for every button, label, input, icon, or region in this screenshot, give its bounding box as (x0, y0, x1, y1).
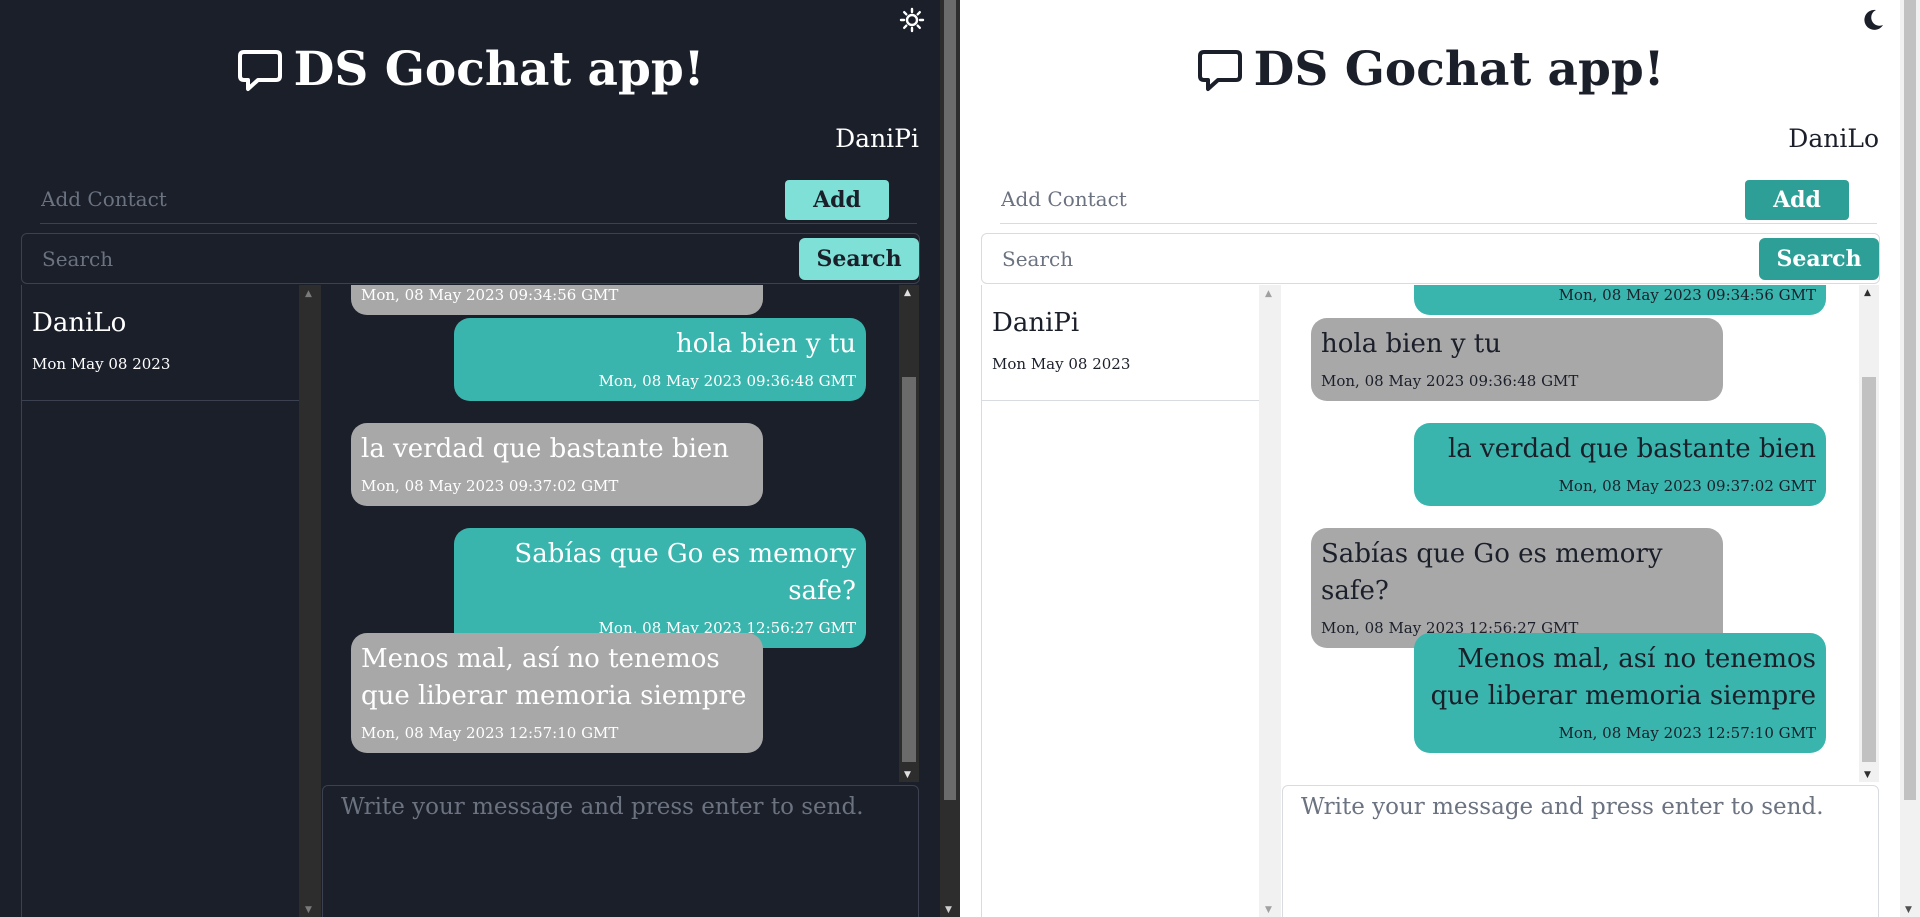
message-bubble-sent: Sabías que Go es memory safe? Mon, 08 Ma… (454, 528, 866, 648)
message-text: la verdad que bastante bien (1447, 434, 1816, 464)
search-form: Search (21, 233, 920, 284)
chat-window-dark: DS Gochat app! DaniPi Add Search DaniLo … (0, 0, 940, 917)
chat-bubble-icon (1196, 46, 1244, 94)
sun-icon[interactable] (898, 6, 926, 34)
scroll-down-arrow-icon[interactable]: ▼ (305, 905, 312, 915)
chat-bubble-icon (236, 46, 284, 94)
message-timestamp: Mon, 08 May 2023 12:57:10 GMT (361, 724, 619, 742)
moon-icon[interactable] (1858, 6, 1886, 34)
scroll-up-arrow-icon[interactable]: ▲ (305, 289, 312, 299)
contact-item[interactable]: DaniPi Mon May 08 2023 (982, 285, 1260, 401)
search-button[interactable]: Search (799, 238, 919, 280)
current-username: DaniPi (835, 124, 919, 153)
message-list: Mon, 08 May 2023 09:34:56 GMT hola bien … (1281, 285, 1859, 782)
chat-window-light: DS Gochat app! DaniLo Add Search DaniPi … (960, 0, 1900, 917)
message-text: hola bien y tu (676, 329, 856, 359)
scroll-up-arrow-icon[interactable]: ▲ (1864, 288, 1871, 298)
add-contact-form: Add (1000, 174, 1877, 224)
search-button[interactable]: Search (1759, 238, 1879, 280)
message-bubble-received: Sabías que Go es memory safe? Mon, 08 Ma… (1311, 528, 1723, 648)
search-input[interactable] (42, 244, 782, 274)
message-text: Menos mal, así no tenemos que liberar me… (1430, 644, 1816, 711)
message-timestamp: Mon, 08 May 2023 09:36:48 GMT (1321, 372, 1579, 390)
window-scrollbar[interactable]: ▼ (940, 0, 960, 917)
message-timestamp: Mon, 08 May 2023 09:36:48 GMT (598, 372, 856, 390)
message-list: Mon, 08 May 2023 09:34:56 GMT hola bien … (321, 285, 899, 782)
message-timestamp: Mon, 08 May 2023 09:34:56 GMT (1558, 286, 1816, 304)
window-scrollbar[interactable]: ▼ (1900, 0, 1920, 917)
contact-name: DaniPi (992, 308, 1080, 338)
scroll-down-arrow-icon[interactable]: ▼ (1864, 770, 1871, 780)
message-bubble-received: la verdad que bastante bien Mon, 08 May … (351, 423, 763, 506)
add-contact-input[interactable] (41, 184, 741, 214)
message-bubble-received: hola bien y tu Mon, 08 May 2023 09:36:48… (1311, 318, 1723, 401)
message-bubble-sent: Menos mal, así no tenemos que liberar me… (1414, 633, 1826, 753)
scroll-down-arrow-icon[interactable]: ▼ (904, 770, 911, 780)
scrollbar-thumb[interactable] (1862, 377, 1876, 762)
scroll-up-arrow-icon[interactable]: ▲ (1265, 289, 1272, 299)
message-input[interactable] (1283, 786, 1878, 917)
message-compose-box (322, 785, 919, 917)
contact-list: DaniPi Mon May 08 2023 (981, 285, 1260, 917)
contact-list: DaniLo Mon May 08 2023 (21, 285, 300, 917)
message-bubble-received: Mon, 08 May 2023 09:34:56 GMT (351, 285, 763, 315)
add-contact-button[interactable]: Add (785, 180, 889, 220)
contact-list-scrollbar[interactable]: ▲ ▼ (299, 285, 321, 917)
contact-date: Mon May 08 2023 (32, 355, 171, 373)
contact-list-scrollbar[interactable]: ▲ ▼ (1259, 285, 1281, 917)
scrollbar-thumb[interactable] (902, 377, 916, 762)
scrollbar-thumb[interactable] (944, 0, 956, 800)
message-input[interactable] (323, 786, 918, 917)
message-bubble-sent: Mon, 08 May 2023 09:34:56 GMT (1414, 285, 1826, 315)
scroll-down-arrow-icon[interactable]: ▼ (945, 905, 952, 915)
search-input[interactable] (1002, 244, 1742, 274)
app-title: DS Gochat app! (293, 42, 705, 97)
scrollbar-thumb[interactable] (1904, 0, 1916, 800)
message-list-scrollbar[interactable]: ▲ ▼ (899, 285, 919, 782)
add-contact-input[interactable] (1001, 184, 1701, 214)
contact-date: Mon May 08 2023 (992, 355, 1131, 373)
message-timestamp: Mon, 08 May 2023 09:34:56 GMT (361, 286, 619, 304)
search-form: Search (981, 233, 1880, 284)
message-bubble-sent: la verdad que bastante bien Mon, 08 May … (1414, 423, 1826, 506)
message-text: la verdad que bastante bien (361, 434, 730, 464)
message-timestamp: Mon, 08 May 2023 12:57:10 GMT (1558, 724, 1816, 742)
message-text: Sabías que Go es memory safe? (514, 539, 856, 606)
scroll-down-arrow-icon[interactable]: ▼ (1265, 905, 1272, 915)
message-text: Sabías que Go es memory safe? (1321, 539, 1663, 606)
message-timestamp: Mon, 08 May 2023 09:37:02 GMT (361, 477, 619, 495)
add-contact-form: Add (40, 174, 917, 224)
contact-item[interactable]: DaniLo Mon May 08 2023 (22, 285, 300, 401)
scroll-down-arrow-icon[interactable]: ▼ (1905, 905, 1912, 915)
message-list-scrollbar[interactable]: ▲ ▼ (1859, 285, 1879, 782)
message-timestamp: Mon, 08 May 2023 09:37:02 GMT (1558, 477, 1816, 495)
message-text: Menos mal, así no tenemos que liberar me… (361, 644, 747, 711)
contact-name: DaniLo (32, 308, 127, 338)
scroll-up-arrow-icon[interactable]: ▲ (904, 288, 911, 298)
message-bubble-received: Menos mal, así no tenemos que liberar me… (351, 633, 763, 753)
app-title: DS Gochat app! (1253, 42, 1665, 97)
app-header: DS Gochat app! (0, 40, 940, 100)
add-contact-button[interactable]: Add (1745, 180, 1849, 220)
message-text: hola bien y tu (1321, 329, 1501, 359)
current-username: DaniLo (1788, 124, 1879, 153)
message-compose-box (1282, 785, 1879, 917)
message-bubble-sent: hola bien y tu Mon, 08 May 2023 09:36:48… (454, 318, 866, 401)
app-header: DS Gochat app! (960, 40, 1900, 100)
